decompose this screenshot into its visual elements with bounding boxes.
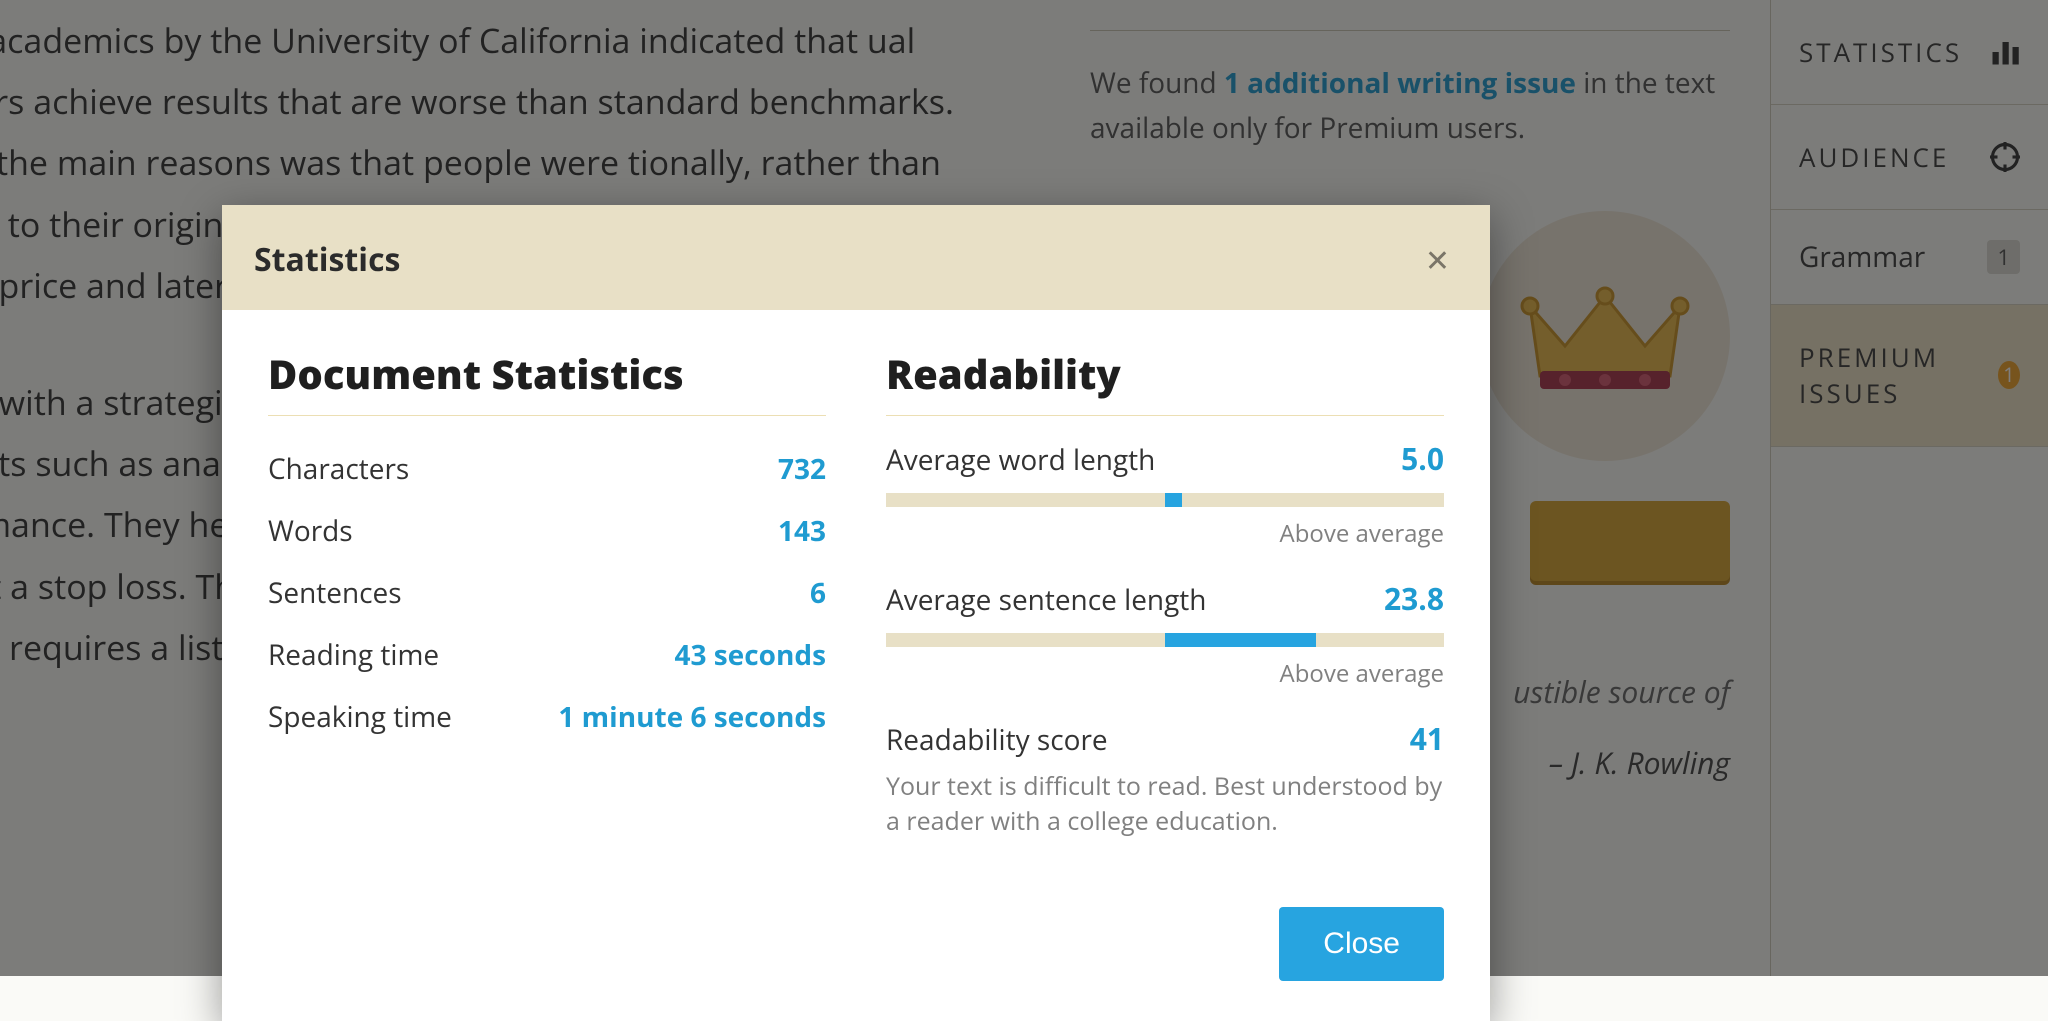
stat-label: Sentences	[268, 574, 402, 612]
document-statistics-column: Document Statistics Characters 732 Words…	[268, 346, 826, 867]
stat-row-characters: Characters 732	[268, 438, 826, 500]
metric-label: Readability score	[886, 721, 1108, 759]
bar-fill	[1165, 493, 1182, 507]
stat-value: 43 seconds	[674, 636, 826, 674]
stat-row-sentences: Sentences 6	[268, 562, 826, 624]
metric-value: 41	[1410, 718, 1444, 759]
stat-value: 732	[778, 450, 826, 488]
stat-row-speaking-time: Speaking time 1 minute 6 seconds	[268, 686, 826, 748]
close-icon[interactable]: ✕	[1417, 235, 1458, 284]
metric-value: 23.8	[1384, 578, 1444, 619]
metric-readability-score: Readability score 41 Your text is diffic…	[886, 718, 1444, 839]
close-button[interactable]: Close	[1279, 907, 1444, 981]
metric-label: Average sentence length	[886, 581, 1206, 619]
readability-heading: Readability	[886, 346, 1444, 416]
metric-value: 5.0	[1401, 438, 1444, 479]
metric-avg-word-length: Average word length 5.0 Above average	[886, 438, 1444, 550]
modal-header: Statistics ✕	[222, 205, 1490, 310]
stat-label: Words	[268, 512, 353, 550]
stat-label: Speaking time	[268, 698, 452, 736]
modal-body: Document Statistics Characters 732 Words…	[222, 310, 1490, 887]
metric-avg-sentence-length: Average sentence length 23.8 Above avera…	[886, 578, 1444, 690]
bar-fill	[1165, 633, 1316, 647]
stat-label: Characters	[268, 450, 409, 488]
stat-row-words: Words 143	[268, 500, 826, 562]
stat-row-reading-time: Reading time 43 seconds	[268, 624, 826, 686]
doc-stats-heading: Document Statistics	[268, 346, 826, 416]
stat-value: 143	[778, 512, 826, 550]
metric-note: Above average	[886, 657, 1444, 690]
stat-label: Reading time	[268, 636, 439, 674]
statistics-modal: Statistics ✕ Document Statistics Charact…	[222, 205, 1490, 1021]
avg-sentence-length-bar	[886, 633, 1444, 647]
metric-note: Above average	[886, 517, 1444, 550]
modal-footer: Close	[222, 887, 1490, 1021]
stat-value: 6	[810, 574, 826, 612]
readability-column: Readability Average word length 5.0 Abov…	[886, 346, 1444, 867]
stat-value: 1 minute 6 seconds	[558, 698, 826, 736]
avg-word-length-bar	[886, 493, 1444, 507]
readability-description: Your text is difficult to read. Best und…	[886, 769, 1444, 839]
modal-title: Statistics	[254, 238, 400, 281]
metric-label: Average word length	[886, 441, 1155, 479]
